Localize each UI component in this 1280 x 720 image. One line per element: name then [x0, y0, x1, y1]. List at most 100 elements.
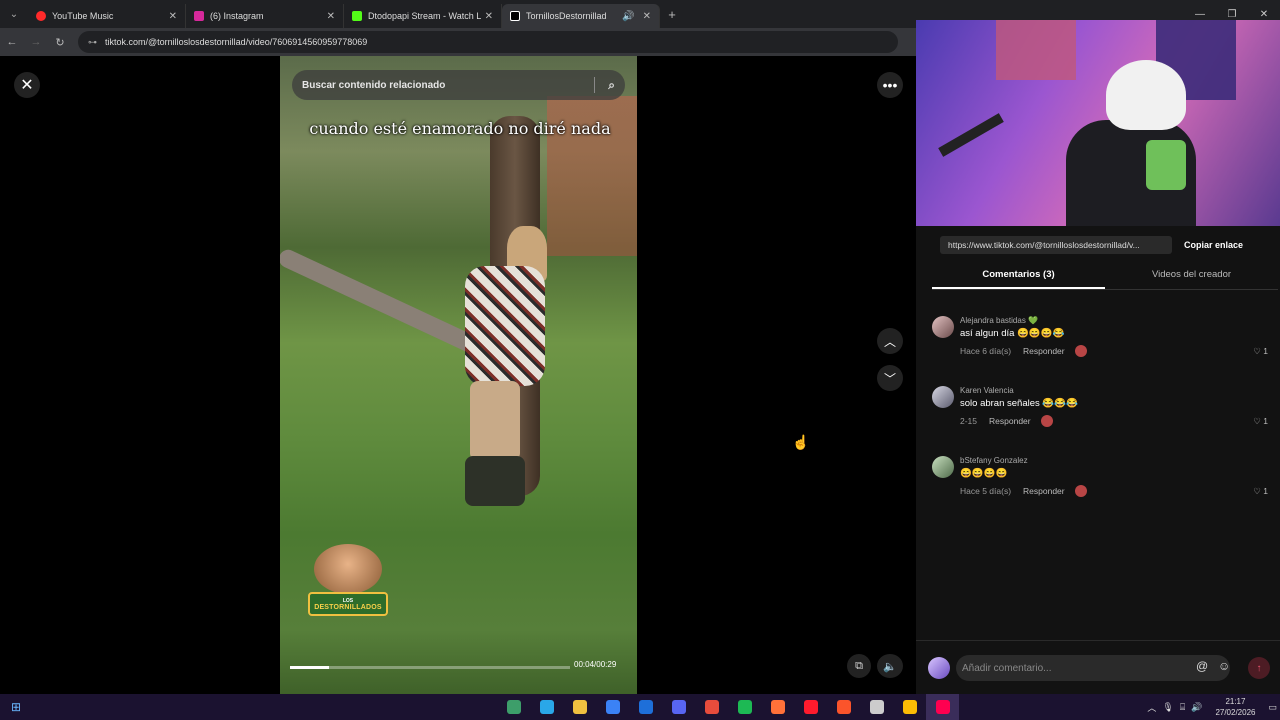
windows-start-icon[interactable]: ⊞ — [0, 700, 32, 714]
comment-input[interactable]: Añadir comentario... — [956, 655, 1230, 681]
progress-fill — [290, 666, 330, 669]
clock[interactable]: 21:17 27/02/2026 — [1215, 696, 1255, 718]
windows-taskbar: ⊞ ︿ 🎙 ⌸ 🔊 21:17 27/02/2026 ▭ — [0, 694, 1280, 720]
avatar[interactable] — [932, 316, 954, 338]
chevron-up-icon: ︿ — [883, 334, 896, 349]
tab-title: YouTube Music — [52, 11, 114, 21]
taskbar-app-icon[interactable] — [662, 694, 695, 720]
more-icon: ••• — [882, 77, 898, 93]
search-divider — [594, 77, 595, 93]
emoji-icon[interactable]: ☺ — [1218, 659, 1230, 673]
picture-in-picture-icon: ⧉ — [855, 659, 863, 672]
close-tab-icon[interactable]: ✕ — [327, 11, 335, 22]
video-progress-bar[interactable] — [290, 666, 570, 669]
creator-liked-icon — [1074, 345, 1087, 357]
reply-button[interactable]: Responder — [1023, 486, 1065, 496]
comment-author[interactable]: Alejandra bastidas 💚 — [960, 316, 1038, 325]
app-glyph-icon — [671, 700, 686, 714]
taskbar-app-icon[interactable] — [761, 694, 794, 720]
avatar[interactable] — [932, 456, 954, 478]
person-poncho — [465, 266, 545, 386]
close-tab-icon[interactable]: ✕ — [169, 11, 177, 22]
tab-search-icon[interactable]: ⌄ — [0, 0, 28, 28]
tab-comments[interactable]: Comentarios (3) — [932, 262, 1105, 289]
search-icon[interactable]: ⌕ — [608, 78, 615, 93]
taskbar-app-icon[interactable] — [926, 694, 959, 720]
comment-text: solo abran señales 😂😂😂 — [960, 398, 1078, 409]
comment-author[interactable]: bStefany Gonzalez — [960, 456, 1028, 465]
taskbar-apps — [497, 694, 959, 720]
close-icon: ✕ — [20, 77, 34, 94]
microphone-icon[interactable]: 🎙 — [1162, 702, 1173, 713]
taskbar-app-icon[interactable] — [860, 694, 893, 720]
tab-kick-stream[interactable]: Dtodopapi Stream - Watch Live ✕ — [344, 4, 502, 28]
volume-icon[interactable]: 🔊 — [1191, 702, 1202, 713]
comment-placeholder: Añadir comentario... — [962, 662, 1052, 674]
taskbar-app-icon[interactable] — [893, 694, 926, 720]
tab-youtube-music[interactable]: YouTube Music ✕ — [28, 4, 186, 28]
reply-button[interactable]: Responder — [989, 416, 1031, 426]
person-legs — [470, 381, 520, 461]
taskbar-app-icon[interactable] — [695, 694, 728, 720]
copy-link-button[interactable]: Copiar enlace — [1184, 240, 1243, 250]
taskbar-app-icon[interactable] — [794, 694, 827, 720]
audio-playing-icon[interactable]: 🔊 — [622, 11, 634, 22]
taskbar-app-icon[interactable] — [827, 694, 860, 720]
comment-time: Hace 5 día(s) — [960, 486, 1012, 496]
comment-item: bStefany Gonzalez 😄😄😄😄 Hace 5 día(s) Res… — [932, 452, 1268, 502]
volume-button[interactable]: 🔈 — [877, 654, 903, 678]
comment-like-button[interactable]: ♡ 1 — [1253, 486, 1268, 497]
next-video-button[interactable]: ﹀ — [877, 365, 903, 391]
reload-icon[interactable]: ↻ — [48, 36, 72, 49]
related-search-input[interactable]: Buscar contenido relacionado ⌕ — [292, 70, 625, 100]
video-player[interactable]: Buscar contenido relacionado ⌕ cuando es… — [280, 56, 637, 694]
taskbar-app-icon[interactable] — [530, 694, 563, 720]
back-arrow-icon[interactable]: ← — [0, 36, 24, 48]
close-video-button[interactable]: ✕ — [14, 72, 40, 98]
tab-instagram[interactable]: (6) Instagram ✕ — [186, 4, 344, 28]
taskbar-app-icon[interactable] — [728, 694, 761, 720]
close-tab-icon[interactable]: ✕ — [485, 11, 493, 22]
tab-title: Dtodopapi Stream - Watch Live — [368, 11, 481, 21]
tray-chevron-icon[interactable]: ︿ — [1147, 701, 1156, 714]
comments-sidebar: https://www.tiktok.com/@tornilloslosdest… — [916, 20, 1280, 694]
site-info-icon[interactable]: ⊶ — [88, 37, 97, 48]
tab-tiktok[interactable]: TornillosDestornillad 🔊 ✕ — [502, 4, 660, 28]
webcam-mic-arm — [938, 113, 1004, 157]
comment-like-button[interactable]: ♡ 1 — [1253, 346, 1268, 357]
taskbar-app-icon[interactable] — [563, 694, 596, 720]
app-glyph-icon — [704, 700, 719, 714]
avatar[interactable] — [932, 386, 954, 408]
logo-text-bottom: DESTORNILLADOS — [314, 603, 382, 611]
comment-item: Karen Valencia solo abran señales 😂😂😂 2-… — [932, 382, 1268, 432]
url-text: tiktok.com/@tornilloslosdestornillad/vid… — [105, 37, 368, 47]
comment-like-button[interactable]: ♡ 1 — [1253, 416, 1268, 427]
more-options-button[interactable]: ••• — [877, 72, 903, 98]
url-field[interactable]: ⊶ tiktok.com/@tornilloslosdestornillad/v… — [78, 31, 898, 53]
comment-author[interactable]: Karen Valencia — [960, 386, 1014, 395]
network-icon[interactable]: ⌸ — [1180, 702, 1185, 713]
previous-video-button[interactable]: ︿ — [877, 328, 903, 354]
share-url-field[interactable]: https://www.tiktok.com/@tornilloslosdest… — [940, 236, 1172, 254]
notifications-icon[interactable]: ▭ — [1268, 702, 1277, 713]
taskbar-app-icon[interactable] — [629, 694, 662, 720]
close-tab-icon[interactable]: ✕ — [643, 11, 651, 22]
send-comment-button[interactable]: ↑ — [1248, 657, 1270, 679]
app-glyph-icon — [902, 700, 917, 714]
reply-button[interactable]: Responder — [1023, 346, 1065, 356]
mention-icon[interactable]: @ — [1196, 659, 1208, 673]
new-tab-icon[interactable]: + — [660, 7, 684, 22]
comment-meta: Hace 6 día(s) Responder — [960, 345, 1087, 357]
comment-meta: Hace 5 día(s) Responder — [960, 485, 1087, 497]
floating-player-button[interactable]: ⧉ — [847, 654, 871, 678]
mouse-cursor-icon: ☝ — [792, 434, 810, 450]
tab-creator-videos[interactable]: Videos del creador — [1105, 262, 1278, 289]
video-timecode: 00:04/00:29 — [574, 660, 617, 669]
creator-liked-icon — [1074, 485, 1087, 497]
forward-arrow-icon[interactable]: → — [24, 36, 48, 48]
taskbar-app-icon[interactable] — [596, 694, 629, 720]
taskbar-app-icon[interactable] — [497, 694, 530, 720]
video-person — [445, 216, 547, 506]
app-glyph-icon — [506, 700, 521, 714]
kick-favicon-icon — [352, 11, 362, 21]
